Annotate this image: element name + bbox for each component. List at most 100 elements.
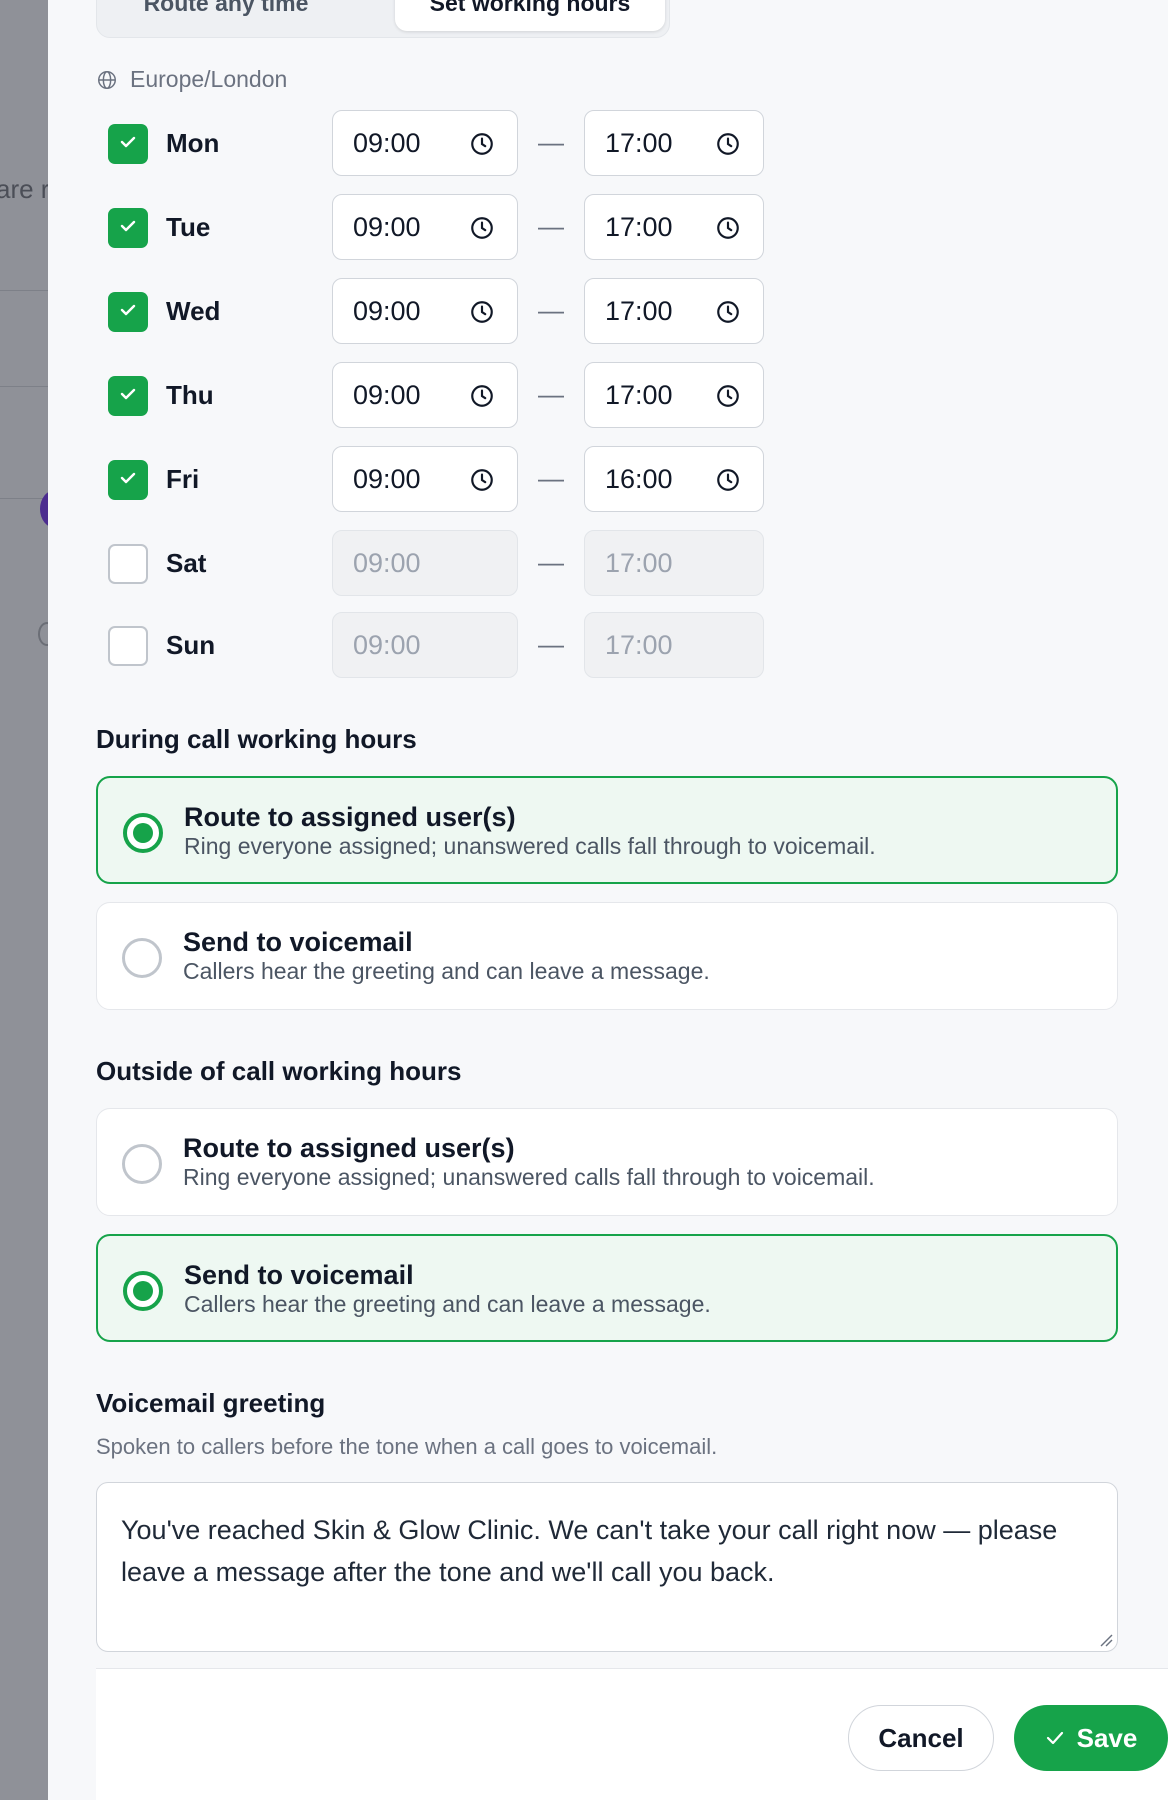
during-option-route-to-assigned-user-s[interactable]: Route to assigned user(s) Ring everyone a…	[96, 776, 1118, 884]
day-row-fri: Fri 09:00 — 16:00	[108, 444, 768, 512]
working-hours-drawer: Route any time Set working hours Europe/…	[48, 0, 1168, 1800]
time-range-separator: —	[538, 547, 564, 577]
option-title: Route to assigned user(s)	[184, 802, 516, 832]
background-text: are r	[0, 174, 48, 204]
day-row-mon: Mon 09:00 — 17:00	[108, 108, 768, 176]
end-time-value: 17:00	[605, 211, 673, 242]
clock-icon[interactable]	[469, 467, 495, 493]
during-option-send-to-voicemail[interactable]: Send to voicemail Callers hear the greeti…	[96, 902, 1118, 1010]
background-divider	[0, 290, 48, 291]
clock-icon[interactable]	[715, 215, 741, 241]
radio-button[interactable]	[122, 938, 162, 978]
check-icon	[1046, 1731, 1063, 1745]
end-time-value: 16:00	[605, 463, 673, 494]
clock-icon[interactable]	[469, 215, 495, 241]
background-divider	[0, 386, 48, 387]
voicemail-greeting-description: Spoken to callers before the tone when a…	[96, 1434, 718, 1459]
timezone-label: Europe/London	[130, 66, 288, 92]
clock-icon[interactable]	[469, 383, 495, 409]
cancel-button[interactable]: Cancel	[848, 1705, 994, 1771]
start-time-value: 09:00	[353, 463, 421, 494]
check-icon	[118, 384, 138, 409]
end-time-input-tue[interactable]: 17:00	[584, 194, 764, 260]
outside-hours-title: Outside of call working hours	[96, 1056, 462, 1086]
resize-handle-icon[interactable]	[1097, 1631, 1113, 1647]
end-time-input-thu[interactable]: 17:00	[584, 362, 764, 428]
start-time-value: 09:00	[353, 211, 421, 242]
option-description: Ring everyone assigned; unanswered calls…	[183, 1164, 875, 1190]
day-checkbox-fri[interactable]	[108, 460, 148, 500]
start-time-value: 09:00	[353, 629, 421, 660]
day-checkbox-sat[interactable]	[108, 544, 148, 584]
day-label: Sun	[166, 630, 216, 660]
end-time-input-sat[interactable]: 17:00	[584, 530, 764, 596]
start-time-input-thu[interactable]: 09:00	[332, 362, 518, 428]
drawer-footer: Cancel Save	[96, 1668, 1168, 1800]
radio-button[interactable]	[122, 1144, 162, 1184]
day-row-tue: Tue 09:00 — 17:00	[108, 192, 768, 260]
day-label: Fri	[166, 464, 200, 494]
greeting-text: You've reached Skin & Glow Clinic. We ca…	[121, 1515, 1058, 1587]
clock-icon[interactable]	[715, 131, 741, 157]
day-checkbox-sun[interactable]	[108, 626, 148, 666]
clock-icon[interactable]	[715, 467, 741, 493]
start-time-input-sat[interactable]: 09:00	[332, 530, 518, 596]
check-icon	[118, 300, 138, 325]
time-range-separator: —	[538, 127, 564, 157]
save-button[interactable]: Save	[1014, 1705, 1168, 1771]
end-time-value: 17:00	[605, 127, 673, 158]
start-time-value: 09:00	[353, 127, 421, 158]
tab-set-working-hours[interactable]: Set working hours	[395, 0, 665, 31]
radio-button[interactable]	[123, 813, 163, 853]
start-time-input-sun[interactable]: 09:00	[332, 612, 518, 678]
routing-mode-toggle: Route any time Set working hours	[96, 0, 670, 38]
time-range-separator: —	[538, 379, 564, 409]
end-time-input-mon[interactable]: 17:00	[584, 110, 764, 176]
background-avatar	[40, 490, 48, 528]
outside-option-send-to-voicemail[interactable]: Send to voicemail Callers hear the greeti…	[96, 1234, 1118, 1342]
check-icon	[118, 216, 138, 241]
end-time-input-fri[interactable]: 16:00	[584, 446, 764, 512]
start-time-value: 09:00	[353, 547, 421, 578]
option-title: Route to assigned user(s)	[183, 1133, 515, 1163]
clock-icon[interactable]	[469, 299, 495, 325]
tab-route-any-time[interactable]: Route any time	[105, 0, 347, 31]
day-checkbox-wed[interactable]	[108, 292, 148, 332]
clock-icon[interactable]	[469, 131, 495, 157]
day-label: Thu	[166, 380, 214, 410]
start-time-input-tue[interactable]: 09:00	[332, 194, 518, 260]
timezone-selector[interactable]: Europe/London	[96, 66, 287, 93]
option-description: Callers hear the greeting and can leave …	[183, 958, 710, 984]
clock-icon[interactable]	[715, 299, 741, 325]
clock-icon[interactable]	[715, 383, 741, 409]
end-time-value: 17:00	[605, 629, 673, 660]
day-checkbox-mon[interactable]	[108, 124, 148, 164]
start-time-input-fri[interactable]: 09:00	[332, 446, 518, 512]
day-label: Wed	[166, 296, 221, 326]
start-time-input-mon[interactable]: 09:00	[332, 110, 518, 176]
day-row-thu: Thu 09:00 — 17:00	[108, 360, 768, 428]
time-range-separator: —	[538, 211, 564, 241]
end-time-input-wed[interactable]: 17:00	[584, 278, 764, 344]
day-checkbox-thu[interactable]	[108, 376, 148, 416]
option-title: Send to voicemail	[183, 927, 413, 957]
outside-option-route-to-assigned-user-s[interactable]: Route to assigned user(s) Ring everyone a…	[96, 1108, 1118, 1216]
day-row-sat: Sat 09:00 — 17:00	[108, 528, 768, 596]
day-row-sun: Sun 09:00 — 17:00	[108, 610, 768, 678]
day-checkbox-tue[interactable]	[108, 208, 148, 248]
save-label: Save	[1076, 1722, 1138, 1753]
option-description: Callers hear the greeting and can leave …	[184, 1291, 711, 1317]
day-label: Mon	[166, 128, 220, 158]
during-hours-title: During call working hours	[96, 724, 417, 754]
day-label: Sat	[166, 548, 207, 578]
background-overlay[interactable]: are r	[0, 0, 48, 1800]
start-time-value: 09:00	[353, 295, 421, 326]
end-time-input-sun[interactable]: 17:00	[584, 612, 764, 678]
voicemail-greeting-textarea[interactable]: You've reached Skin & Glow Clinic. We ca…	[96, 1482, 1118, 1652]
time-range-separator: —	[538, 463, 564, 493]
radio-button[interactable]	[123, 1271, 163, 1311]
day-label: Tue	[166, 212, 211, 242]
start-time-input-wed[interactable]: 09:00	[332, 278, 518, 344]
end-time-value: 17:00	[605, 295, 673, 326]
voicemail-greeting-title: Voicemail greeting	[96, 1388, 326, 1418]
